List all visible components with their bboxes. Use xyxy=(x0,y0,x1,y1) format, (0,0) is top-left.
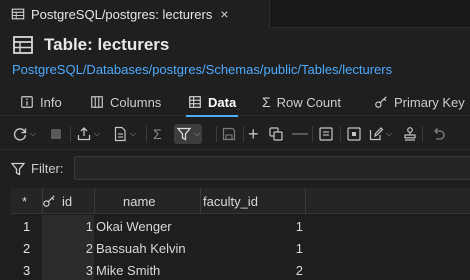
tab-label: Primary Key xyxy=(394,94,465,110)
cell-faculty-id[interactable]: 1 xyxy=(203,237,303,259)
filter-toggle-button[interactable]: ⌵ xyxy=(174,124,203,144)
filter-input[interactable] xyxy=(74,156,470,180)
editor-tab[interactable]: PostgreSQL/postgres: lecturers × xyxy=(0,0,270,28)
add-row-icon: + xyxy=(248,123,259,144)
refresh-icon xyxy=(13,128,27,141)
cell-name[interactable]: Okai Wenger xyxy=(96,215,172,237)
tab-data[interactable]: Data xyxy=(185,88,239,117)
data-toolbar: ⌵ ⌵ ⌵ Σ ⌵ + — ⌵ xyxy=(0,118,470,150)
details-button[interactable] xyxy=(318,124,334,144)
table-row[interactable]: 2 2 Bassuah Kelvin 1 xyxy=(10,237,470,259)
tab-columns[interactable]: Columns xyxy=(90,88,161,116)
table-icon xyxy=(11,8,25,20)
stop-button[interactable] xyxy=(48,124,64,144)
delete-row-button[interactable]: — xyxy=(292,124,308,144)
copy-row-button[interactable] xyxy=(268,124,284,144)
export-button[interactable]: ⌵ xyxy=(76,124,100,144)
cell-name[interactable]: Mike Smith xyxy=(96,259,160,280)
columns-icon xyxy=(91,96,103,108)
tab-info[interactable]: Info xyxy=(20,88,62,116)
table-row[interactable]: 1 1 Okai Wenger 1 xyxy=(10,215,470,237)
inspect-button[interactable] xyxy=(346,124,362,144)
row-number: 3 xyxy=(23,262,31,278)
refresh-button[interactable]: ⌵ xyxy=(12,124,36,144)
script-icon xyxy=(114,126,126,142)
table-icon xyxy=(13,36,33,54)
breadcrumb[interactable]: PostgreSQL/Databases/postgres/Schemas/pu… xyxy=(12,62,392,77)
chevron-down-icon[interactable]: ⌵ xyxy=(194,129,200,139)
cell-faculty-id[interactable]: 1 xyxy=(203,215,303,237)
add-row-button[interactable]: + xyxy=(248,124,259,144)
save-icon xyxy=(222,127,236,141)
sigma-icon: Σ xyxy=(153,126,162,142)
row-header-corner[interactable]: * xyxy=(22,188,27,214)
cell-id[interactable]: 3 xyxy=(42,259,94,280)
tab-row-count[interactable]: Σ Row Count xyxy=(262,88,341,116)
key-icon xyxy=(375,96,387,108)
grid-header-row: * id name faculty_id xyxy=(10,188,470,214)
filter-label: Filter: xyxy=(31,161,64,176)
script-button[interactable]: ⌵ xyxy=(112,124,136,144)
chevron-down-icon[interactable]: ⌵ xyxy=(94,129,100,139)
delete-row-icon: — xyxy=(292,125,308,142)
tab-label: Info xyxy=(40,94,62,110)
view-tab-bar: Info Columns Data Σ Row Count Primary Ke… xyxy=(0,88,470,117)
filter-icon xyxy=(10,162,26,176)
edit-icon xyxy=(369,127,384,141)
info-icon xyxy=(21,96,33,108)
inspect-icon xyxy=(347,127,361,141)
close-icon[interactable]: × xyxy=(220,6,228,22)
filter-icon xyxy=(176,127,192,141)
copy-row-icon xyxy=(269,127,283,141)
tab-primary-key[interactable]: Primary Key xyxy=(374,88,465,116)
object-header: Table: lecturers PostgreSQL/Databases/po… xyxy=(0,28,470,82)
column-header-name[interactable]: name xyxy=(123,188,156,214)
editor-tab-bar: PostgreSQL/postgres: lecturers × xyxy=(0,0,470,28)
tab-label: Columns xyxy=(110,94,162,110)
chevron-down-icon[interactable]: ⌵ xyxy=(386,129,392,139)
cell-faculty-id[interactable]: 2 xyxy=(203,259,303,280)
chevron-down-icon[interactable]: ⌵ xyxy=(30,129,36,139)
table-row[interactable]: 3 3 Mike Smith 2 xyxy=(10,259,470,280)
filter-bar: Filter: xyxy=(0,152,470,184)
stop-icon xyxy=(51,129,61,139)
data-grid: * id name faculty_id 1 1 Okai Wenger 1 2… xyxy=(10,188,470,280)
aggregate-button[interactable]: Σ xyxy=(153,124,162,144)
stamp-button[interactable] xyxy=(402,124,418,144)
row-number: 2 xyxy=(23,240,31,256)
details-icon xyxy=(319,127,333,141)
column-header-faculty-id[interactable]: faculty_id xyxy=(203,188,258,214)
page-title: Table: lecturers xyxy=(44,35,170,54)
tab-label: Data xyxy=(208,94,237,110)
editor-tab-label: PostgreSQL/postgres: lecturers xyxy=(31,6,213,22)
column-header-label: id xyxy=(62,193,73,209)
cell-id[interactable]: 2 xyxy=(42,237,94,259)
edit-button[interactable]: ⌵ xyxy=(368,124,392,144)
stamp-icon xyxy=(404,127,416,141)
row-number: 1 xyxy=(23,218,31,234)
chevron-down-icon[interactable]: ⌵ xyxy=(130,129,136,139)
tab-label: Row Count xyxy=(276,94,341,110)
sigma-icon: Σ xyxy=(262,94,271,110)
save-button[interactable] xyxy=(221,124,237,144)
undo-button[interactable] xyxy=(430,124,446,144)
table-icon xyxy=(189,96,201,108)
cell-name[interactable]: Bassuah Kelvin xyxy=(96,237,186,259)
undo-icon xyxy=(434,128,445,140)
export-icon xyxy=(77,127,91,141)
key-icon xyxy=(43,195,55,207)
cell-id[interactable]: 1 xyxy=(42,215,94,237)
column-header-id[interactable]: id xyxy=(42,188,92,214)
